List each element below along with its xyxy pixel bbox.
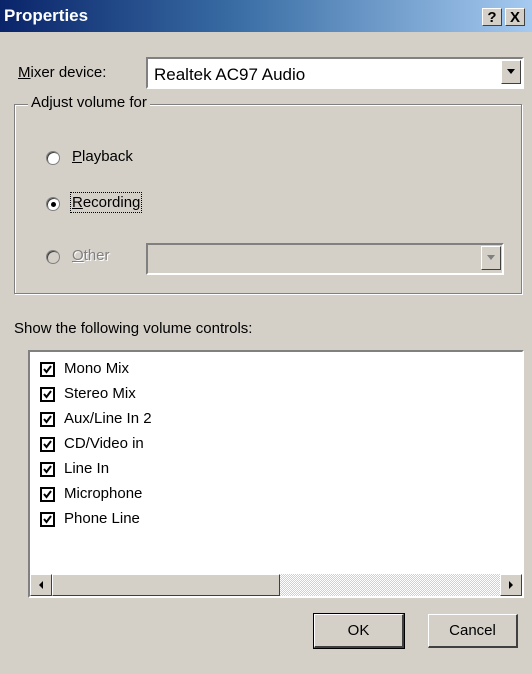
checkbox-cd-video-in[interactable] [40,437,55,452]
horizontal-scrollbar[interactable] [30,574,522,596]
scrollbar-thumb[interactable] [52,574,280,596]
title-bar[interactable]: Properties ? X [0,0,532,32]
help-button[interactable]: ? [482,8,502,26]
radio-playback-label[interactable]: Playback [72,148,133,165]
checkbox-aux-line-in-2[interactable] [40,412,55,427]
mixer-device-value: Realtek AC97 Audio [154,65,306,84]
list-item-label: Stereo Mix [64,385,136,402]
other-dropdown-button [481,246,501,270]
adjust-volume-legend: Adjust volume for [28,94,150,111]
volume-controls-list[interactable]: Mono Mix Stereo Mix Aux/Line In 2 CD/Vid… [28,350,524,598]
radio-selected-dot [51,202,56,207]
arrow-right-icon [509,581,513,589]
check-icon [43,465,52,474]
list-item-label: Mono Mix [64,360,130,377]
close-icon: X [509,9,520,26]
help-icon: ? [487,9,497,26]
mixer-device-select[interactable]: Realtek AC97 Audio [146,57,524,89]
check-icon [43,515,52,524]
list-item-label: CD/Video in [64,435,144,452]
check-icon [43,490,52,499]
checkbox-line-in[interactable] [40,462,55,477]
close-button[interactable]: X [505,8,525,26]
window-title: Properties [4,6,89,25]
properties-dialog: Properties ? X Mixer device: Realtek AC9… [0,0,532,674]
list-item-label: Aux/Line In 2 [64,410,152,427]
cancel-button[interactable]: Cancel [428,614,518,648]
radio-other-label: Other [72,247,110,264]
radio-recording[interactable] [46,197,60,211]
radio-recording-label[interactable]: Recording [69,192,143,213]
radio-other[interactable] [46,250,60,264]
mixer-dropdown-button[interactable] [501,60,521,84]
list-item-label: Microphone [64,485,143,502]
other-device-select [146,243,504,275]
list-item-label: Phone Line [64,510,140,527]
check-icon [43,415,52,424]
scroll-left-button[interactable] [30,574,52,596]
volume-controls-label: Show the following volume controls: [14,320,253,337]
radio-playback[interactable] [46,151,60,165]
check-icon [43,365,52,374]
checkbox-microphone[interactable] [40,487,55,502]
ok-button[interactable]: OK [313,613,405,649]
chevron-down-icon [507,69,515,74]
check-icon [43,390,52,399]
checkbox-mono-mix[interactable] [40,362,55,377]
checkbox-phone-line[interactable] [40,512,55,527]
arrow-left-icon [39,581,43,589]
chevron-down-icon [487,255,495,260]
check-icon [43,440,52,449]
checkbox-stereo-mix[interactable] [40,387,55,402]
list-item-label: Line In [64,460,110,477]
mixer-device-label: Mixer device: [18,64,107,81]
scroll-right-button[interactable] [500,574,522,596]
